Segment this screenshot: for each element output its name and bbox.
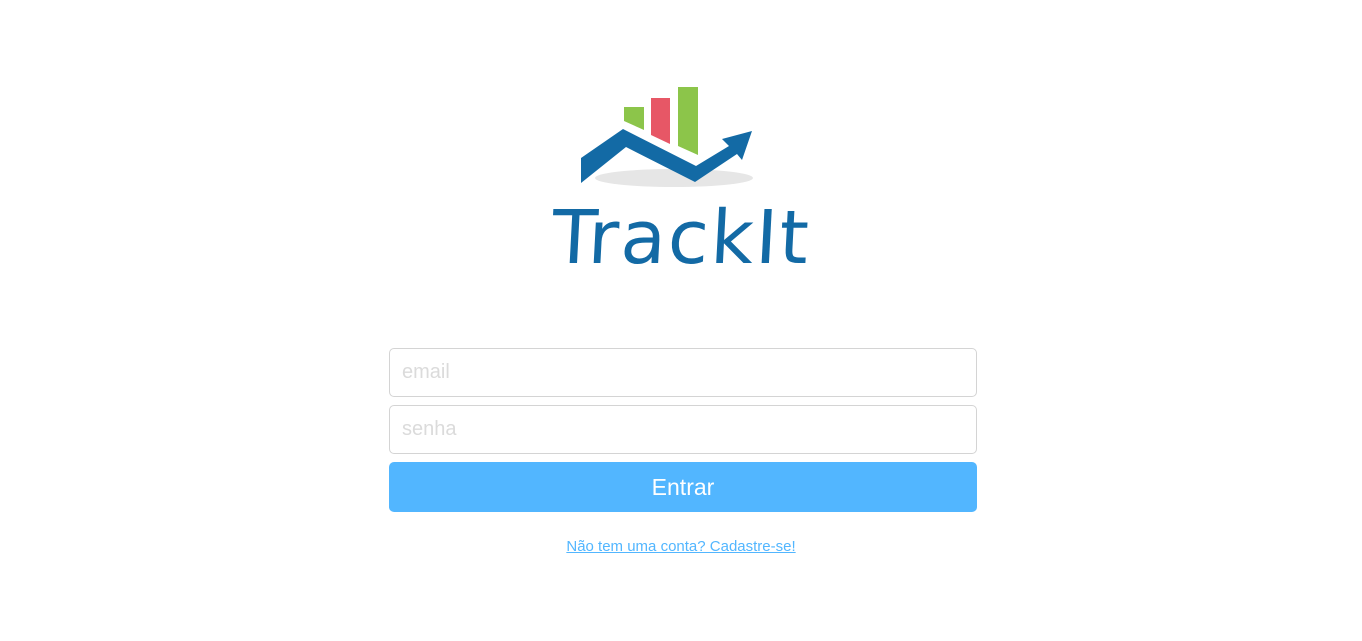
login-form: Entrar: [389, 348, 977, 512]
logo-bar-medium: [651, 98, 670, 144]
signup-link[interactable]: Não tem uma conta? Cadastre-se!: [566, 538, 795, 555]
login-button[interactable]: Entrar: [389, 462, 977, 512]
email-field[interactable]: [389, 348, 977, 397]
password-field[interactable]: [389, 405, 977, 454]
brand-name: TrackIt: [549, 195, 813, 281]
logo: TrackIt: [0, 80, 1362, 281]
logo-bar-small: [624, 107, 644, 130]
login-page: TrackIt Entrar Não tem uma conta? Cadast…: [0, 0, 1362, 641]
chart-logo-icon: [581, 87, 753, 187]
logo-bar-tall: [678, 87, 698, 155]
logo-shadow: [595, 169, 753, 187]
signup-link-container: Não tem uma conta? Cadastre-se!: [0, 538, 1362, 556]
